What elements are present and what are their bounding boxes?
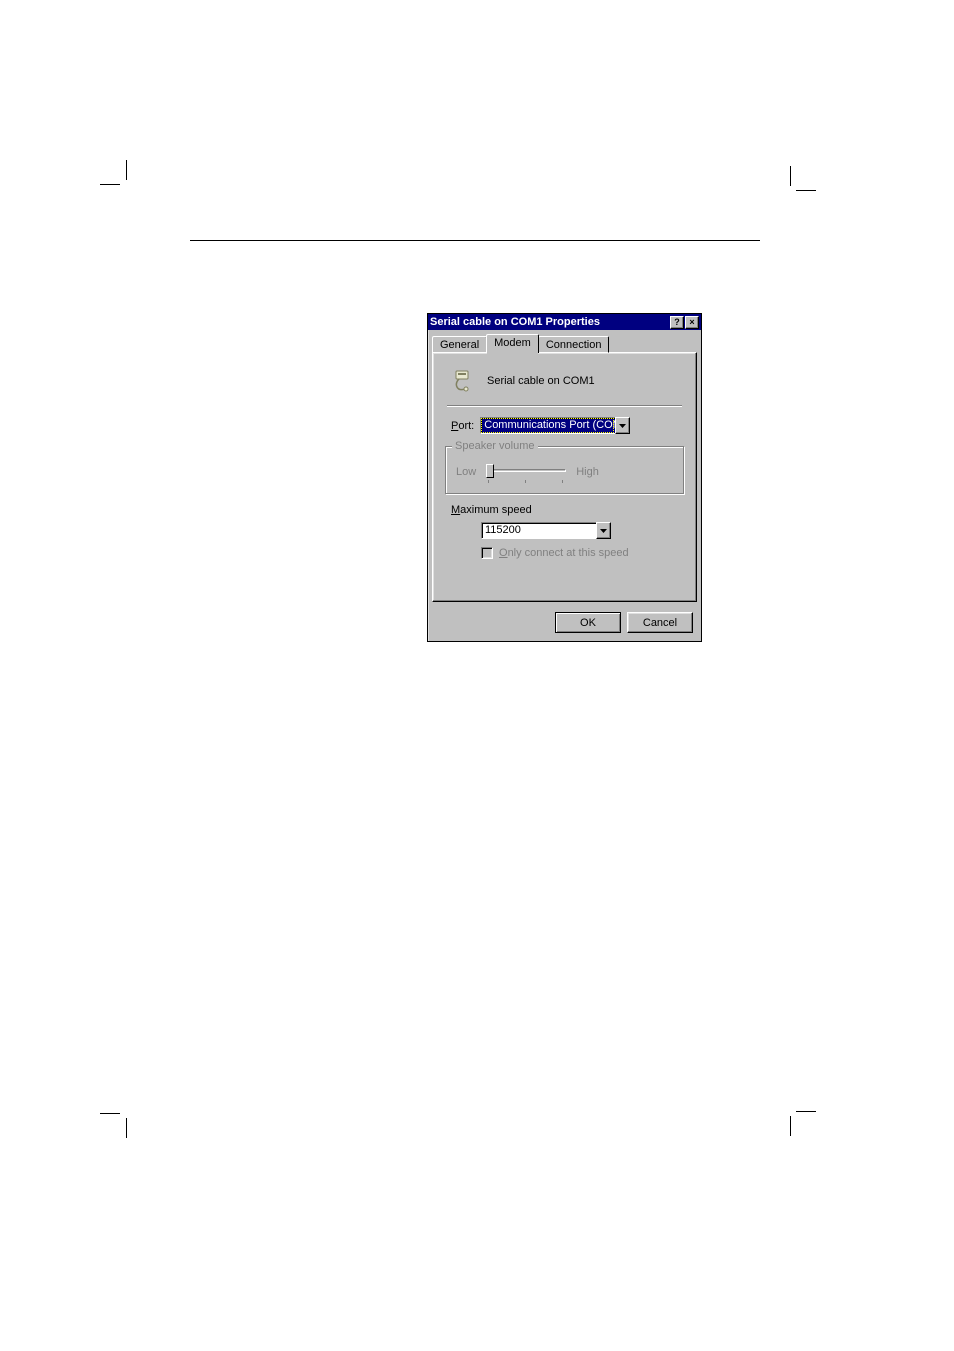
- max-speed-combobox[interactable]: 115200: [481, 522, 611, 539]
- tab-modem[interactable]: Modem: [486, 334, 539, 353]
- only-connect-label: Only connect at this speed: [499, 547, 629, 559]
- close-button[interactable]: ×: [685, 316, 699, 329]
- max-speed-label: Maximum speed: [451, 504, 678, 516]
- help-icon: ?: [674, 318, 680, 327]
- ok-button[interactable]: OK: [555, 612, 621, 633]
- window-title: Serial cable on COM1 Properties: [430, 316, 669, 328]
- max-speed-dropdown-button[interactable]: [596, 522, 611, 539]
- modem-icon: [449, 367, 477, 395]
- port-dropdown-button[interactable]: [615, 417, 630, 434]
- properties-dialog: Serial cable on COM1 Properties ? × Gene…: [427, 313, 702, 642]
- cancel-button[interactable]: Cancel: [627, 612, 693, 633]
- speaker-low-label: Low: [456, 466, 476, 478]
- speaker-volume-legend: Speaker volume: [452, 440, 538, 452]
- speaker-high-label: High: [576, 466, 599, 478]
- port-combobox[interactable]: Communications Port (COM1): [480, 417, 630, 434]
- page-divider: [190, 240, 760, 241]
- only-connect-checkbox: [481, 547, 493, 559]
- tab-general[interactable]: General: [432, 336, 487, 353]
- close-icon: ×: [689, 318, 694, 327]
- tab-panel-modem: Serial cable on COM1 Port: Communication…: [432, 352, 697, 602]
- help-button[interactable]: ?: [670, 316, 684, 329]
- titlebar[interactable]: Serial cable on COM1 Properties ? ×: [428, 314, 701, 330]
- speaker-volume-group: Speaker volume Low High: [445, 446, 684, 494]
- chevron-down-icon: [600, 529, 607, 533]
- speaker-volume-slider: [486, 463, 566, 481]
- port-label: Port:: [451, 420, 474, 432]
- port-value: Communications Port (COM1): [480, 417, 615, 434]
- tabstrip: General Modem Connection: [432, 334, 697, 353]
- max-speed-value: 115200: [481, 522, 596, 539]
- device-name: Serial cable on COM1: [487, 375, 595, 387]
- separator: [447, 405, 682, 407]
- tab-connection[interactable]: Connection: [538, 336, 610, 353]
- chevron-down-icon: [619, 424, 626, 428]
